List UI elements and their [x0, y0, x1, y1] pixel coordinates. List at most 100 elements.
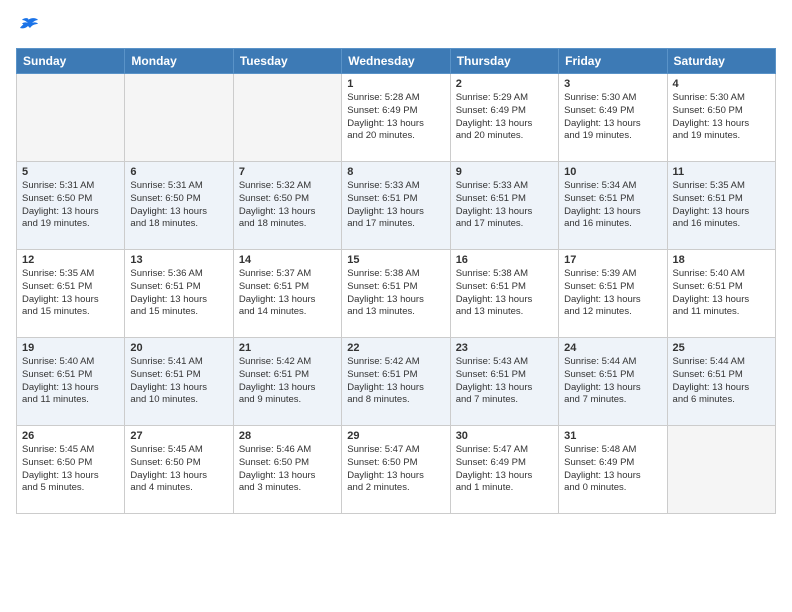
day-number: 10 [564, 166, 661, 178]
weekday-header-monday: Monday [125, 49, 233, 74]
calendar-cell: 30 Sunrise: 5:47 AMSunset: 6:49 PMDayligh… [450, 426, 558, 514]
day-info: Sunrise: 5:34 AMSunset: 6:51 PMDaylight:… [564, 180, 661, 231]
calendar-cell: 12 Sunrise: 5:35 AMSunset: 6:51 PMDayligh… [17, 250, 125, 338]
day-info: Sunrise: 5:38 AMSunset: 6:51 PMDaylight:… [347, 268, 444, 319]
day-info: Sunrise: 5:41 AMSunset: 6:51 PMDaylight:… [130, 356, 227, 407]
day-number: 7 [239, 166, 336, 178]
calendar-cell: 11 Sunrise: 5:35 AMSunset: 6:51 PMDayligh… [667, 162, 775, 250]
calendar-cell: 15 Sunrise: 5:38 AMSunset: 6:51 PMDayligh… [342, 250, 450, 338]
day-info: Sunrise: 5:47 AMSunset: 6:50 PMDaylight:… [347, 444, 444, 495]
day-number: 26 [22, 430, 119, 442]
calendar-cell: 18 Sunrise: 5:40 AMSunset: 6:51 PMDayligh… [667, 250, 775, 338]
day-info: Sunrise: 5:40 AMSunset: 6:51 PMDaylight:… [22, 356, 119, 407]
day-info: Sunrise: 5:33 AMSunset: 6:51 PMDaylight:… [456, 180, 553, 231]
calendar-cell: 5 Sunrise: 5:31 AMSunset: 6:50 PMDaylight… [17, 162, 125, 250]
day-info: Sunrise: 5:38 AMSunset: 6:51 PMDaylight:… [456, 268, 553, 319]
day-info: Sunrise: 5:40 AMSunset: 6:51 PMDaylight:… [673, 268, 770, 319]
day-info: Sunrise: 5:36 AMSunset: 6:51 PMDaylight:… [130, 268, 227, 319]
weekday-header-row: SundayMondayTuesdayWednesdayThursdayFrid… [17, 49, 776, 74]
calendar-cell: 23 Sunrise: 5:43 AMSunset: 6:51 PMDayligh… [450, 338, 558, 426]
day-info: Sunrise: 5:30 AMSunset: 6:49 PMDaylight:… [564, 92, 661, 143]
calendar-cell [17, 74, 125, 162]
day-number: 8 [347, 166, 444, 178]
calendar-cell [233, 74, 341, 162]
day-info: Sunrise: 5:33 AMSunset: 6:51 PMDaylight:… [347, 180, 444, 231]
calendar-cell: 9 Sunrise: 5:33 AMSunset: 6:51 PMDaylight… [450, 162, 558, 250]
day-number: 2 [456, 78, 553, 90]
calendar-cell: 3 Sunrise: 5:30 AMSunset: 6:49 PMDaylight… [559, 74, 667, 162]
calendar-cell: 29 Sunrise: 5:47 AMSunset: 6:50 PMDayligh… [342, 426, 450, 514]
calendar-week-row: 1Sunrise: 5:28 AMSunset: 6:49 PMDaylight… [17, 74, 776, 162]
calendar-cell: 19Sunrise: 5:40 AMSunset: 6:51 PMDayligh… [17, 338, 125, 426]
logo-icon [16, 16, 40, 38]
calendar-week-row: 5 Sunrise: 5:31 AMSunset: 6:50 PMDaylight… [17, 162, 776, 250]
day-number: 16 [456, 254, 553, 266]
day-number: 21 [239, 342, 336, 354]
day-number: 29 [347, 430, 444, 442]
day-number: 5 [22, 166, 119, 178]
calendar-cell: 28Sunrise: 5:46 AMSunset: 6:50 PMDayligh… [233, 426, 341, 514]
day-number: 9 [456, 166, 553, 178]
calendar-cell: 21Sunrise: 5:42 AMSunset: 6:51 PMDayligh… [233, 338, 341, 426]
day-info: Sunrise: 5:46 AMSunset: 6:50 PMDaylight:… [239, 444, 336, 495]
day-number: 15 [347, 254, 444, 266]
day-info: Sunrise: 5:45 AMSunset: 6:50 PMDaylight:… [130, 444, 227, 495]
day-info: Sunrise: 5:44 AMSunset: 6:51 PMDaylight:… [673, 356, 770, 407]
page-header [16, 16, 776, 38]
day-info: Sunrise: 5:35 AMSunset: 6:51 PMDaylight:… [22, 268, 119, 319]
day-number: 11 [673, 166, 770, 178]
calendar-week-row: 19Sunrise: 5:40 AMSunset: 6:51 PMDayligh… [17, 338, 776, 426]
day-info: Sunrise: 5:31 AMSunset: 6:50 PMDaylight:… [130, 180, 227, 231]
day-info: Sunrise: 5:35 AMSunset: 6:51 PMDaylight:… [673, 180, 770, 231]
day-info: Sunrise: 5:43 AMSunset: 6:51 PMDaylight:… [456, 356, 553, 407]
day-number: 1 [347, 78, 444, 90]
calendar-cell: 2 Sunrise: 5:29 AMSunset: 6:49 PMDaylight… [450, 74, 558, 162]
calendar-cell: 24 Sunrise: 5:44 AMSunset: 6:51 PMDayligh… [559, 338, 667, 426]
day-number: 4 [673, 78, 770, 90]
day-info: Sunrise: 5:39 AMSunset: 6:51 PMDaylight:… [564, 268, 661, 319]
day-number: 20 [130, 342, 227, 354]
calendar-table: SundayMondayTuesdayWednesdayThursdayFrid… [16, 48, 776, 514]
day-info: Sunrise: 5:45 AMSunset: 6:50 PMDaylight:… [22, 444, 119, 495]
weekday-header-thursday: Thursday [450, 49, 558, 74]
calendar-cell: 17 Sunrise: 5:39 AMSunset: 6:51 PMDayligh… [559, 250, 667, 338]
day-number: 18 [673, 254, 770, 266]
day-number: 12 [22, 254, 119, 266]
calendar-cell [667, 426, 775, 514]
calendar-cell: 27 Sunrise: 5:45 AMSunset: 6:50 PMDayligh… [125, 426, 233, 514]
day-number: 17 [564, 254, 661, 266]
calendar-cell: 25 Sunrise: 5:44 AMSunset: 6:51 PMDayligh… [667, 338, 775, 426]
calendar-cell: 1Sunrise: 5:28 AMSunset: 6:49 PMDaylight… [342, 74, 450, 162]
weekday-header-saturday: Saturday [667, 49, 775, 74]
calendar-week-row: 26 Sunrise: 5:45 AMSunset: 6:50 PMDayligh… [17, 426, 776, 514]
calendar-cell: 16 Sunrise: 5:38 AMSunset: 6:51 PMDayligh… [450, 250, 558, 338]
calendar-week-row: 12 Sunrise: 5:35 AMSunset: 6:51 PMDayligh… [17, 250, 776, 338]
day-number: 27 [130, 430, 227, 442]
day-info: Sunrise: 5:37 AMSunset: 6:51 PMDaylight:… [239, 268, 336, 319]
day-info: Sunrise: 5:29 AMSunset: 6:49 PMDaylight:… [456, 92, 553, 143]
weekday-header-sunday: Sunday [17, 49, 125, 74]
day-number: 24 [564, 342, 661, 354]
calendar-cell: 6Sunrise: 5:31 AMSunset: 6:50 PMDaylight… [125, 162, 233, 250]
weekday-header-wednesday: Wednesday [342, 49, 450, 74]
weekday-header-tuesday: Tuesday [233, 49, 341, 74]
day-number: 30 [456, 430, 553, 442]
day-info: Sunrise: 5:47 AMSunset: 6:49 PMDaylight:… [456, 444, 553, 495]
day-info: Sunrise: 5:44 AMSunset: 6:51 PMDaylight:… [564, 356, 661, 407]
calendar-cell [125, 74, 233, 162]
calendar-cell: 8 Sunrise: 5:33 AMSunset: 6:51 PMDaylight… [342, 162, 450, 250]
calendar-cell: 7Sunrise: 5:32 AMSunset: 6:50 PMDaylight… [233, 162, 341, 250]
day-info: Sunrise: 5:30 AMSunset: 6:50 PMDaylight:… [673, 92, 770, 143]
day-number: 13 [130, 254, 227, 266]
calendar-cell: 14Sunrise: 5:37 AMSunset: 6:51 PMDayligh… [233, 250, 341, 338]
day-number: 25 [673, 342, 770, 354]
calendar-cell: 26 Sunrise: 5:45 AMSunset: 6:50 PMDayligh… [17, 426, 125, 514]
day-number: 23 [456, 342, 553, 354]
calendar-cell: 13 Sunrise: 5:36 AMSunset: 6:51 PMDayligh… [125, 250, 233, 338]
calendar-cell: 20 Sunrise: 5:41 AMSunset: 6:51 PMDayligh… [125, 338, 233, 426]
calendar-cell: 22Sunrise: 5:42 AMSunset: 6:51 PMDayligh… [342, 338, 450, 426]
day-info: Sunrise: 5:31 AMSunset: 6:50 PMDaylight:… [22, 180, 119, 231]
day-info: Sunrise: 5:48 AMSunset: 6:49 PMDaylight:… [564, 444, 661, 495]
day-number: 3 [564, 78, 661, 90]
logo [16, 16, 44, 38]
